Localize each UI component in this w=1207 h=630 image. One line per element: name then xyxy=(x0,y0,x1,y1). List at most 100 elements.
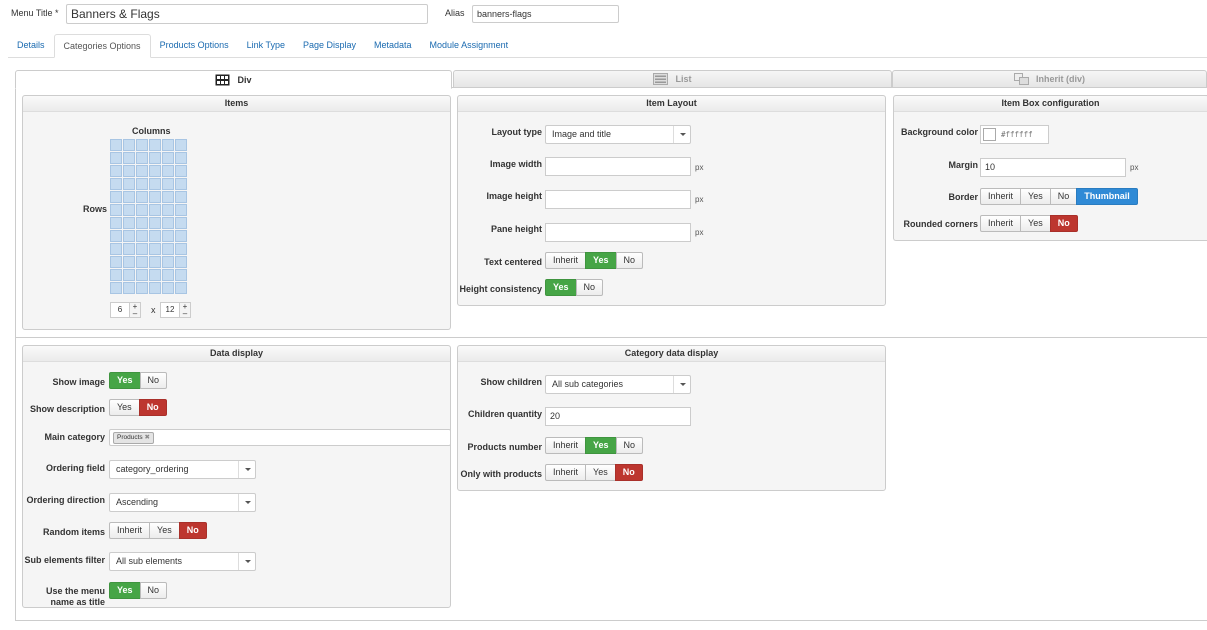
height-consistency-no[interactable]: No xyxy=(575,279,604,296)
border-inherit[interactable]: Inherit xyxy=(980,188,1022,205)
rows-value: 12 xyxy=(165,305,175,314)
tab-details[interactable]: Details xyxy=(8,34,54,58)
only-with-products-inherit[interactable]: Inherit xyxy=(545,464,587,481)
bg-color-label: Background color xyxy=(900,127,978,137)
show-description-yes[interactable]: Yes xyxy=(109,399,140,416)
columns-stepper-buttons[interactable]: + – xyxy=(129,303,140,318)
border-no[interactable]: No xyxy=(1049,188,1078,205)
show-description-toggle: Yes No xyxy=(109,399,167,416)
color-swatch[interactable] xyxy=(983,128,996,141)
main-category-input[interactable] xyxy=(109,429,451,446)
remove-tag-icon[interactable]: ✖ xyxy=(144,434,149,441)
items-panel: Items Columns Rows 6 + – x 12 + – xyxy=(22,95,451,330)
ordering-field-value: category_ordering xyxy=(116,464,189,474)
columns-label: Columns xyxy=(132,126,171,136)
rounded-yes[interactable]: Yes xyxy=(1020,215,1051,232)
image-height-label: Image height xyxy=(486,191,542,201)
border-toggle: Inherit Yes No Thumbnail xyxy=(980,188,1138,205)
border-thumbnail[interactable]: Thumbnail xyxy=(1076,188,1138,205)
columns-stepper[interactable]: 6 + – xyxy=(110,302,141,318)
rounded-inherit[interactable]: Inherit xyxy=(980,215,1022,232)
height-consistency-toggle: Yes No xyxy=(545,279,604,296)
random-items-toggle: Inherit Yes No xyxy=(109,522,207,539)
tab-categories-options[interactable]: Categories Options xyxy=(53,34,151,58)
section-divider xyxy=(15,337,1207,338)
item-layout-panel: Item Layout Layout type Image and title … xyxy=(457,95,886,306)
show-image-label: Show image xyxy=(52,377,105,387)
pane-height-input[interactable] xyxy=(545,223,691,242)
menu-title-input[interactable]: Banners & Flags xyxy=(66,4,428,24)
ordering-direction-select[interactable]: Ascending xyxy=(109,493,256,512)
use-menu-name-yes[interactable]: Yes xyxy=(109,582,141,599)
margin-input[interactable]: 10 xyxy=(980,158,1126,177)
random-items-yes[interactable]: Yes xyxy=(149,522,180,539)
random-items-label: Random items xyxy=(42,527,105,537)
layout-tab-div[interactable]: Div xyxy=(15,70,452,89)
show-children-select[interactable]: All sub categories xyxy=(545,375,691,394)
layout-tab-inherit[interactable]: Inherit (div) xyxy=(892,70,1207,88)
products-number-no[interactable]: No xyxy=(615,437,644,454)
div-grid-icon xyxy=(215,74,230,85)
use-menu-name-no[interactable]: No xyxy=(139,582,168,599)
children-quantity-input[interactable]: 20 xyxy=(545,407,691,426)
rows-stepper-buttons[interactable]: + – xyxy=(179,303,190,318)
rounded-no[interactable]: No xyxy=(1049,215,1078,232)
random-items-no[interactable]: No xyxy=(178,522,207,539)
columns-value: 6 xyxy=(117,305,123,314)
use-menu-name-label-line2: name as title xyxy=(50,597,105,607)
show-image-no[interactable]: No xyxy=(139,372,168,389)
rows-stepper[interactable]: 12 + – xyxy=(160,302,191,318)
use-menu-name-label: Use the menu name as title xyxy=(46,586,105,608)
show-image-yes[interactable]: Yes xyxy=(109,372,141,389)
main-category-tag: Products ✖ xyxy=(113,432,154,444)
ordering-direction-label: Ordering direction xyxy=(26,495,105,505)
show-children-label: Show children xyxy=(480,377,542,387)
sub-filter-label: Sub elements filter xyxy=(24,555,105,565)
layout-type-value: Image and title xyxy=(552,129,612,139)
alias-input[interactable]: banners-flags xyxy=(472,5,619,23)
rounded-corners-label: Rounded corners xyxy=(903,219,978,229)
text-centered-label: Text centered xyxy=(484,257,542,267)
chevron-down-icon xyxy=(673,126,690,143)
text-centered-inherit[interactable]: Inherit xyxy=(545,252,587,269)
data-display-panel: Data display Show image Yes No Show desc… xyxy=(22,345,451,608)
times-sign: x xyxy=(151,305,156,315)
sub-filter-select[interactable]: All sub elements xyxy=(109,552,256,571)
image-width-input[interactable] xyxy=(545,157,691,176)
item-layout-title: Item Layout xyxy=(458,96,885,112)
columns-decrease[interactable]: – xyxy=(133,309,137,318)
main-category-label: Main category xyxy=(44,432,105,442)
rows-decrease[interactable]: – xyxy=(183,309,187,318)
height-consistency-yes[interactable]: Yes xyxy=(545,279,577,296)
rows-label: Rows xyxy=(83,204,108,214)
show-description-label: Show description xyxy=(29,404,105,414)
margin-unit: px xyxy=(1130,163,1139,172)
pane-height-unit: px xyxy=(695,228,704,237)
sub-filter-value: All sub elements xyxy=(116,556,183,566)
products-number-label: Products number xyxy=(467,442,542,452)
only-with-products-toggle: Inherit Yes No xyxy=(545,464,643,481)
ordering-field-select[interactable]: category_ordering xyxy=(109,460,256,479)
only-with-products-no[interactable]: No xyxy=(614,464,643,481)
text-centered-yes[interactable]: Yes xyxy=(585,252,617,269)
tab-products-options[interactable]: Products Options xyxy=(151,34,238,58)
products-number-yes[interactable]: Yes xyxy=(585,437,617,454)
alias-label: Alias xyxy=(445,8,465,18)
tab-module-assignment[interactable]: Module Assignment xyxy=(421,34,518,58)
only-with-products-yes[interactable]: Yes xyxy=(585,464,616,481)
border-yes[interactable]: Yes xyxy=(1020,188,1051,205)
layout-tab-list[interactable]: List xyxy=(453,70,892,88)
tab-page-display[interactable]: Page Display xyxy=(294,34,365,58)
text-centered-no[interactable]: No xyxy=(615,252,644,269)
tab-metadata[interactable]: Metadata xyxy=(365,34,421,58)
layout-type-select[interactable]: Image and title xyxy=(545,125,691,144)
random-items-inherit[interactable]: Inherit xyxy=(109,522,151,539)
layout-grid-picker[interactable] xyxy=(110,139,187,294)
show-description-no[interactable]: No xyxy=(138,399,167,416)
list-icon xyxy=(653,73,669,85)
use-menu-name-toggle: Yes No xyxy=(109,582,168,599)
inherit-icon xyxy=(1014,73,1029,85)
image-height-input[interactable] xyxy=(545,190,691,209)
tab-link-type[interactable]: Link Type xyxy=(238,34,294,58)
products-number-inherit[interactable]: Inherit xyxy=(545,437,587,454)
